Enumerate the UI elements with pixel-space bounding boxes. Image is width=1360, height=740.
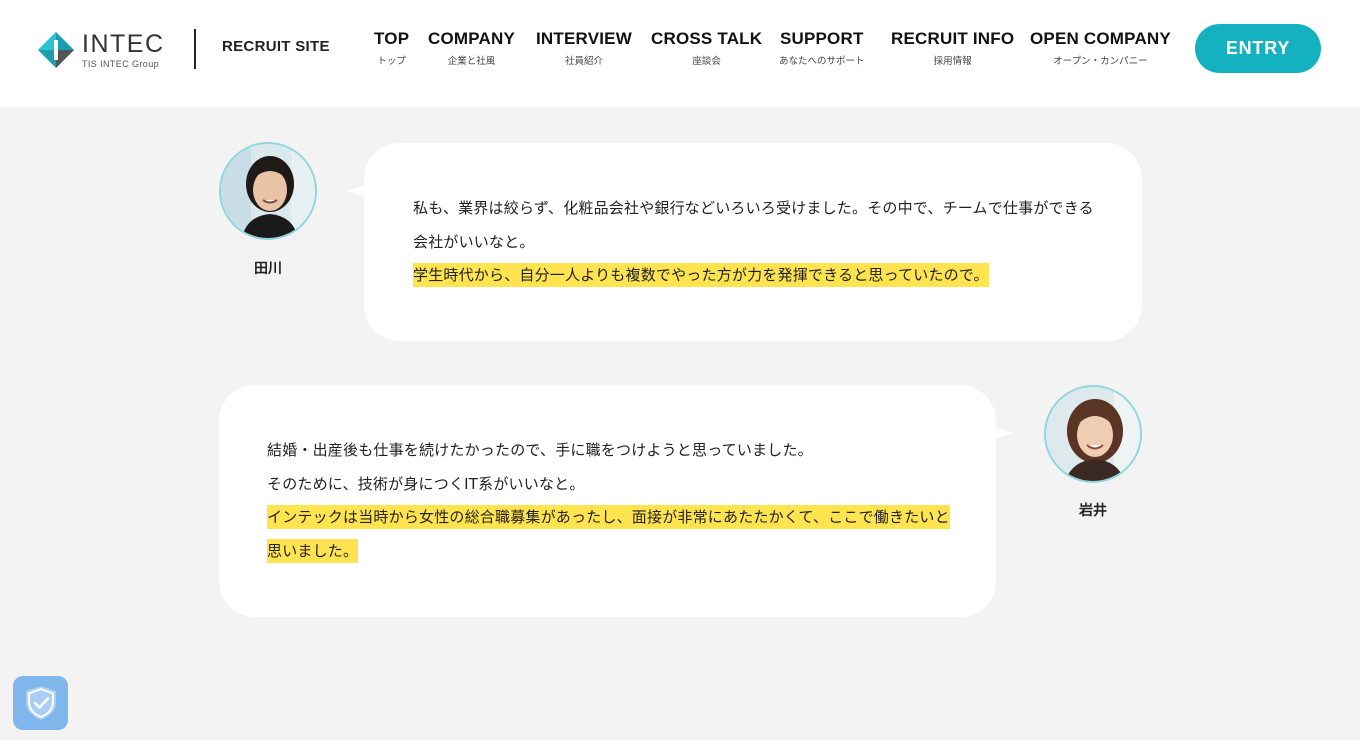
nav-item-label: CROSS TALK (651, 29, 763, 48)
message-line: 結婚・出産後も仕事を続けたかったので、手に職をつけようと思っていました。 (267, 441, 813, 459)
avatar-iwai (1044, 385, 1142, 483)
message-line: そのために、技術が身につくIT系がいいなと。 (267, 474, 585, 493)
nav-item-label: RECRUIT INFO (891, 29, 1015, 48)
nav-item-label: TOP (374, 29, 410, 48)
nav-item-top[interactable]: TOP トップ (374, 28, 409, 68)
nav-item-sublabel: トップ (377, 56, 406, 67)
entry-button[interactable]: ENTRY (1195, 24, 1321, 73)
highlighted-line: 学生時代から、自分一人よりも複数でやった方が力を発揮できると思っていたので。 (413, 263, 989, 287)
recruit-site-label: RECRUIT SITE (222, 38, 330, 55)
nav-item-sublabel: 座談会 (692, 56, 721, 67)
nav-item-sublabel: 企業と社風 (447, 56, 496, 67)
nav-item-sublabel: あなたへのサポート (779, 56, 865, 67)
bubble-text: 私も、業界は絞らず、化粧品会社や銀行などいろいろ受けました。その中で、チームで仕… (413, 192, 1113, 293)
site-header: INTEC TIS INTEC Group RECRUIT SITE TOP ト… (0, 0, 1360, 107)
nav-item-support[interactable]: SUPPORT あなたへのサポート (779, 28, 865, 68)
bubble-text: 結婚・出産後も仕事を続けたかったので、手に職をつけようと思っていました。 そのた… (267, 434, 967, 568)
speaker-name: 岩井 (1079, 503, 1107, 519)
nav-item-sublabel: オープン・カンパニー (1053, 56, 1148, 67)
privacy-settings-button[interactable] (13, 676, 68, 730)
nav-item-company[interactable]: COMPANY 企業と社風 (428, 28, 515, 68)
message-line: 会社がいいなと。 (413, 232, 535, 251)
nav-item-label: INTERVIEW (536, 29, 632, 48)
logo-subtitle: TIS INTEC Group (82, 58, 160, 69)
nav-item-interview[interactable]: INTERVIEW 社員紹介 (536, 28, 632, 68)
header-divider (194, 29, 196, 69)
person-photo-icon (221, 144, 315, 238)
speaker-name: 田川 (254, 261, 282, 277)
nav-item-open-company[interactable]: OPEN COMPANY オープン・カンパニー (1030, 28, 1171, 68)
person-photo-icon (1046, 387, 1140, 481)
nav-item-cross-talk[interactable]: CROSS TALK 座談会 (651, 28, 762, 68)
highlighted-line: 思いました。 (267, 538, 359, 563)
nav-item-recruit-info[interactable]: RECRUIT INFO 採用情報 (891, 28, 1014, 68)
highlighted-line: インテックは当時から女性の総合職募集があったし、面接が非常にあたたかくて、ここで… (267, 505, 950, 529)
bubble-tail (994, 427, 1014, 439)
message-line: 私も、業界は絞らず、化粧品会社や銀行などいろいろ受けました。その中で、チームで仕… (413, 199, 1094, 217)
bubble-tail (346, 185, 366, 197)
nav-item-label: COMPANY (428, 29, 516, 48)
nav-item-label: SUPPORT (779, 29, 864, 48)
avatar-tagawa (219, 142, 317, 240)
intec-logo-icon (38, 32, 74, 68)
speech-bubble: 私も、業界は絞らず、化粧品会社や銀行などいろいろ受けました。その中で、チームで仕… (346, 143, 1142, 341)
nav-item-sublabel: 社員紹介 (564, 56, 603, 67)
speech-bubble: 結婚・出産後も仕事を続けたかったので、手に職をつけようと思っていました。 そのた… (219, 385, 1014, 617)
shield-check-icon (25, 686, 56, 720)
nav-item-label: OPEN COMPANY (1030, 29, 1171, 48)
nav-item-sublabel: 採用情報 (933, 56, 972, 67)
intec-logo[interactable]: INTEC TIS INTEC Group (38, 28, 163, 72)
logo-name: INTEC (82, 29, 165, 58)
